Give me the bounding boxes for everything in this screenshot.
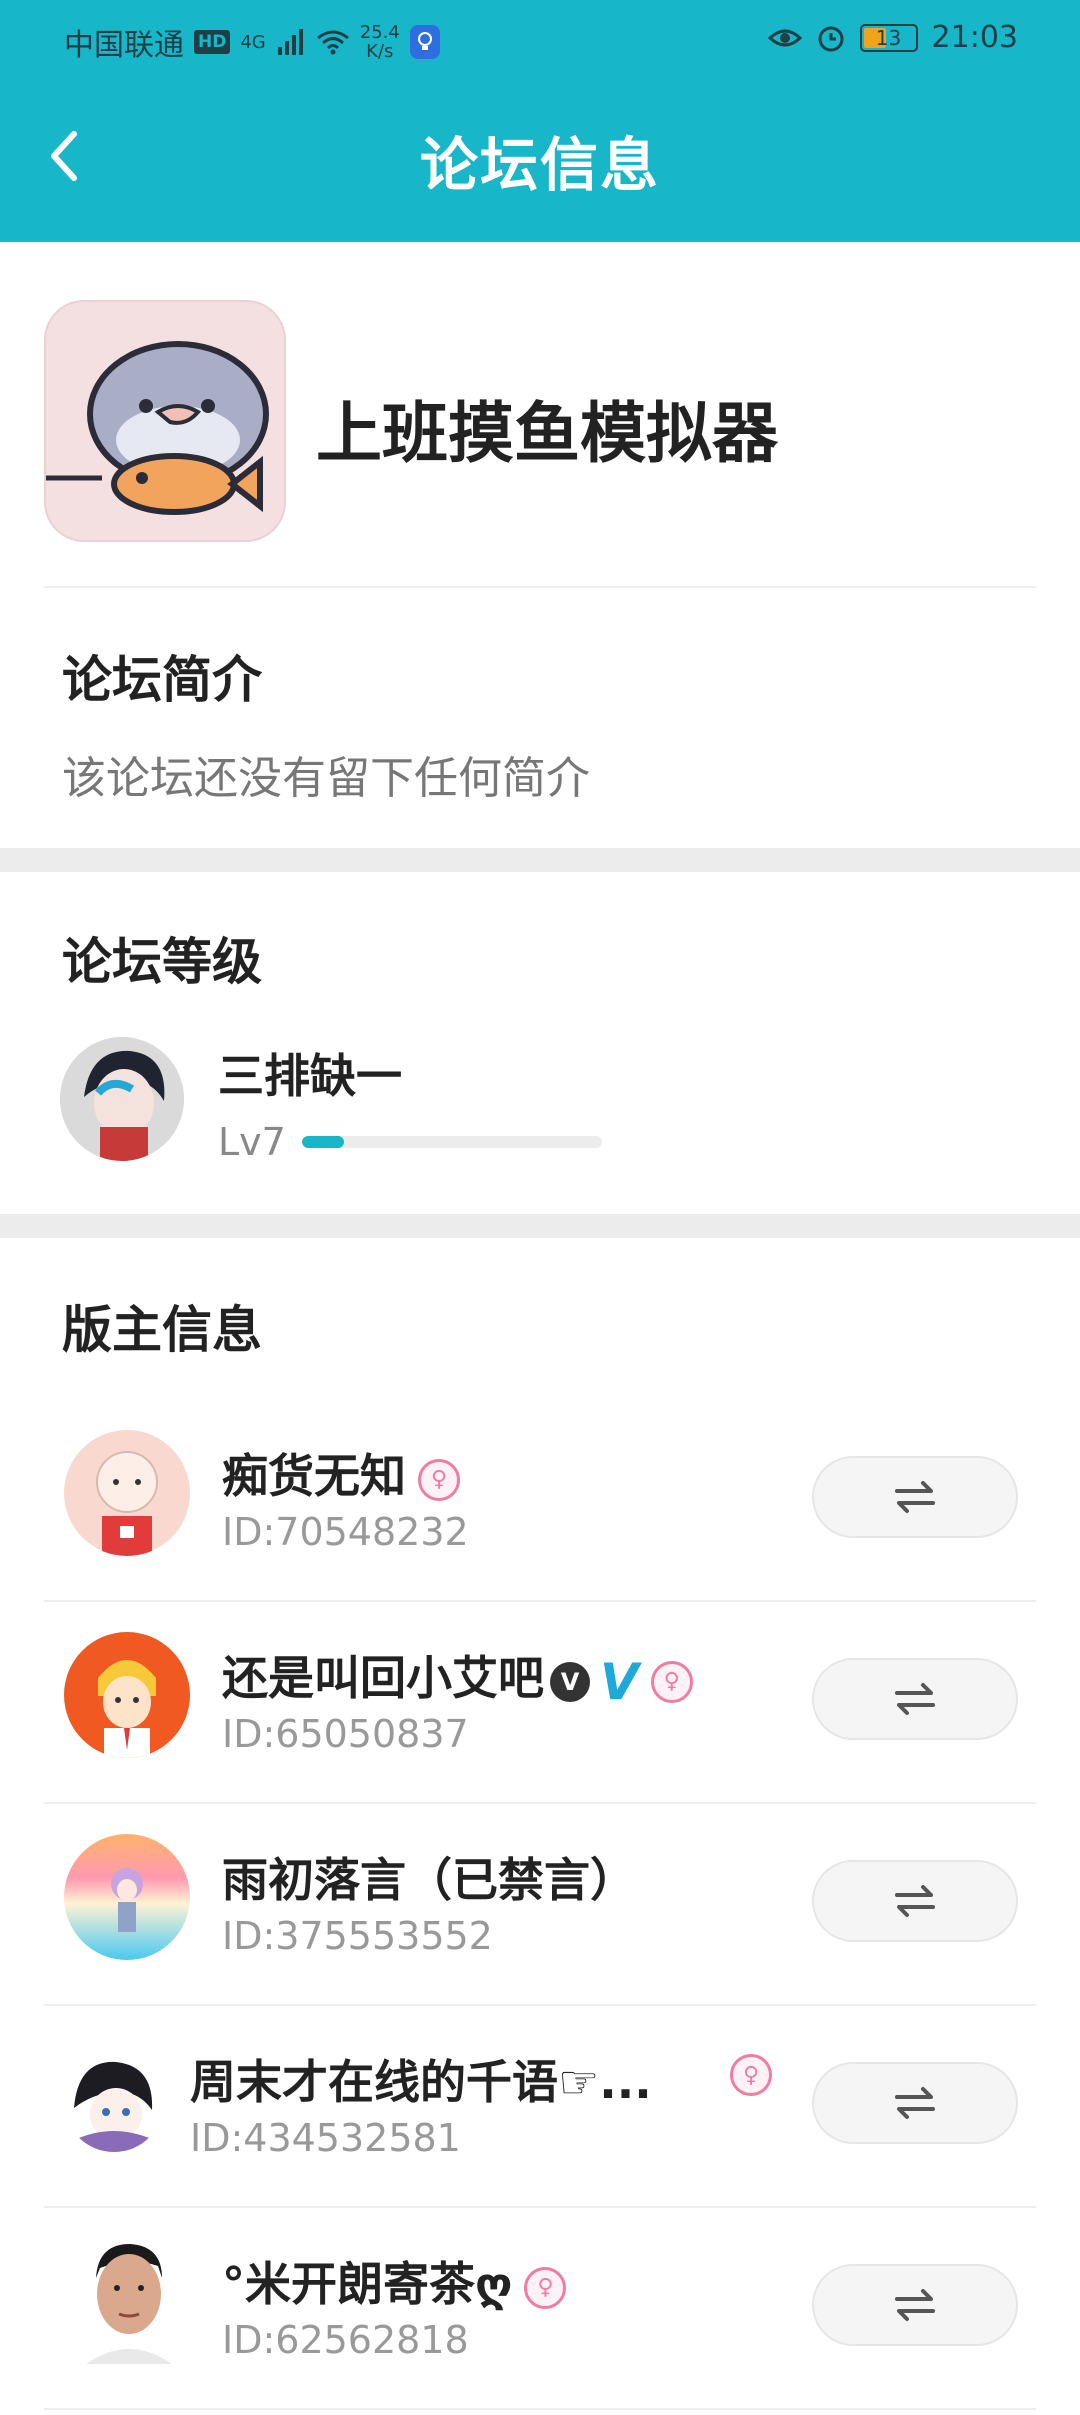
moderator-name: 周末才在线的千语☞... bbox=[190, 2055, 652, 2109]
gender-badge-icon: ♀ bbox=[418, 1458, 460, 1501]
eye-icon bbox=[767, 29, 802, 46]
intro-text: 该论坛还没有留下任何简介 bbox=[62, 753, 590, 804]
level-label: Lv7 bbox=[218, 1120, 286, 1164]
signal-icon bbox=[277, 29, 303, 55]
swap-arrows-icon bbox=[895, 2289, 935, 2321]
app-header: 中国联通 HD 4G 25.4 K/s 13 21:03 论坛信息 bbox=[0, 0, 1080, 242]
swap-button[interactable] bbox=[812, 1860, 1018, 1942]
swap-arrows-icon bbox=[895, 2087, 935, 2119]
moderator-row[interactable]: °米开朗寄茶ღ ♀ ID:62562818 bbox=[0, 2208, 1080, 2410]
status-right: 13 21:03 bbox=[767, 20, 1018, 55]
alarm-icon bbox=[818, 26, 844, 51]
moderator-name: °米开朗寄茶ღ ♀ bbox=[222, 2248, 567, 2314]
moderator-name: 还是叫回小艾吧 V V ♀ bbox=[222, 1642, 693, 1711]
swap-button[interactable] bbox=[812, 2264, 1018, 2346]
forum-header: 上班摸鱼模拟器 bbox=[0, 300, 1080, 590]
page-title: 论坛信息 bbox=[419, 131, 660, 199]
swap-arrows-icon bbox=[895, 1683, 935, 1715]
moderator-row[interactable]: 痴货无知 ♀ ID:70548232 bbox=[0, 1400, 1080, 1602]
speed-value: 25.4 bbox=[359, 22, 400, 43]
moderator-name: 痴货无知 ♀ bbox=[222, 1440, 460, 1506]
wifi-icon bbox=[316, 30, 349, 55]
vip-v-icon: V bbox=[600, 1652, 639, 1711]
swap-arrows-icon bbox=[895, 1481, 935, 1513]
forum-avatar bbox=[44, 300, 286, 542]
moderator-name: 雨初落言（已禁言） bbox=[222, 1853, 636, 1907]
bulb-icon bbox=[409, 25, 440, 59]
battery-level: 13 bbox=[875, 25, 902, 50]
swap-button[interactable] bbox=[812, 1658, 1018, 1740]
divider bbox=[44, 586, 1036, 588]
battery-icon: 13 bbox=[859, 23, 918, 52]
network-speed: 25.4 K/s bbox=[360, 23, 400, 61]
moderator-id: ID:65050837 bbox=[222, 1712, 469, 1756]
moderator-avatar[interactable] bbox=[64, 1632, 190, 1758]
moderator-avatar[interactable] bbox=[64, 2052, 164, 2152]
level-user-avatar[interactable] bbox=[60, 1037, 184, 1161]
section-separator bbox=[0, 1214, 1080, 1238]
status-bar: 中国联通 HD 4G 25.4 K/s 13 21:03 bbox=[0, 0, 1080, 78]
moderator-id: ID:375553552 bbox=[222, 1914, 493, 1958]
moderator-row[interactable]: 雨初落言（已禁言） ID:375553552 bbox=[0, 1804, 1080, 2006]
clock: 21:03 bbox=[931, 20, 1018, 55]
row-divider bbox=[44, 2408, 1036, 2410]
moderator-avatar[interactable] bbox=[64, 1430, 190, 1556]
swap-arrows-icon bbox=[895, 1885, 935, 1917]
swap-button[interactable] bbox=[812, 2062, 1018, 2144]
level-user-name: 三排缺一 bbox=[218, 1049, 402, 1103]
level-title: 论坛等级 bbox=[62, 933, 262, 991]
moderator-id: ID:62562818 bbox=[222, 2318, 469, 2362]
swap-button[interactable] bbox=[812, 1456, 1018, 1538]
gender-badge-icon: ♀ bbox=[524, 2266, 567, 2309]
moderator-avatar[interactable] bbox=[64, 1834, 190, 1960]
speed-unit: K/s bbox=[366, 41, 394, 62]
moderator-id: ID:434532581 bbox=[190, 2116, 461, 2160]
moderators-title: 版主信息 bbox=[62, 1301, 262, 1359]
level-progress-bar bbox=[302, 1136, 602, 1148]
gender-badge-icon: ♀ bbox=[730, 2054, 772, 2096]
carrier-name: 中国联通 bbox=[64, 28, 184, 63]
status-left: 中国联通 HD 4G 25.4 K/s bbox=[64, 20, 440, 64]
moderator-avatar[interactable] bbox=[74, 2238, 184, 2364]
gender-badge-icon: ♀ bbox=[650, 1660, 693, 1703]
network-type: 4G bbox=[240, 31, 266, 53]
intro-title: 论坛简介 bbox=[62, 651, 262, 709]
moderator-row[interactable]: 周末才在线的千语☞... ♀ ID:434532581 bbox=[0, 2006, 1080, 2208]
section-separator bbox=[0, 848, 1080, 872]
level-progress-fill bbox=[302, 1136, 344, 1148]
hd-badge: HD bbox=[194, 30, 231, 54]
moderator-id: ID:70548232 bbox=[222, 1510, 469, 1554]
forum-name: 上班摸鱼模拟器 bbox=[316, 395, 778, 472]
moderator-row[interactable]: 还是叫回小艾吧 V V ♀ ID:65050837 bbox=[0, 1602, 1080, 1804]
verified-icon: V bbox=[550, 1661, 590, 1702]
